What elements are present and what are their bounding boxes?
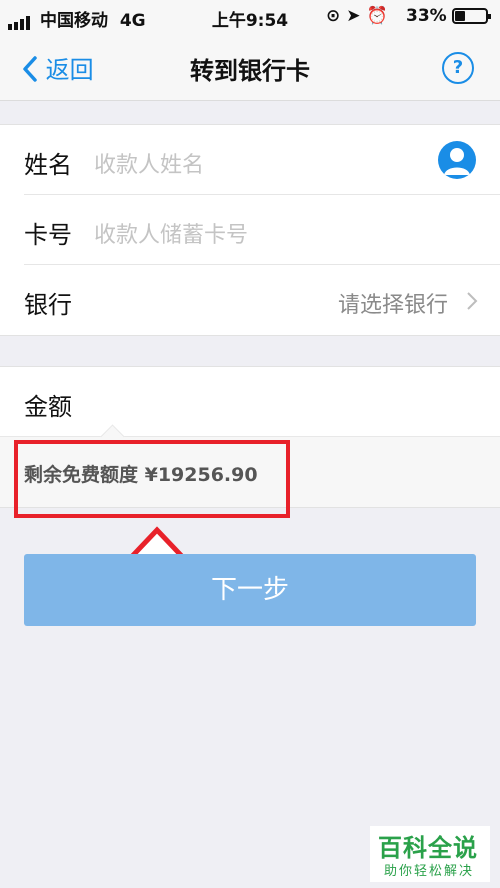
status-icons: ⊙➤⏰ [326, 6, 394, 26]
card-row[interactable]: 卡号 收款人储蓄卡号 [0, 195, 500, 265]
chevron-right-icon [467, 292, 478, 310]
watermark-subtitle: 助你轻松解决 [384, 864, 475, 879]
battery-icon [452, 8, 491, 24]
bank-row[interactable]: 银行 请选择银行 [0, 265, 500, 335]
alarm-icon: ⏰ [366, 6, 394, 26]
amount-label: 金额 [24, 393, 72, 421]
help-icon: ? [452, 57, 464, 78]
amount-row[interactable]: 金额 [0, 366, 500, 437]
recipient-form: 姓名 收款人姓名 卡号 收款人储蓄卡号 银行 请选择银行 [0, 124, 500, 336]
location-icon: ➤ [346, 6, 367, 26]
orientation-lock-icon: ⊙ [326, 6, 347, 26]
contact-picker-icon[interactable] [438, 141, 476, 179]
name-input[interactable]: 收款人姓名 [94, 147, 204, 179]
bank-select[interactable]: 请选择银行 [338, 287, 448, 319]
watermark-logo: 百科全说 助你轻松解决 [370, 826, 490, 882]
name-label: 姓名 [24, 151, 72, 179]
bank-label: 银行 [24, 291, 72, 319]
page-title: 转到银行卡 [190, 57, 310, 85]
battery-percent: 33% [406, 6, 447, 26]
highlight-box [14, 440, 290, 518]
next-step-button[interactable]: 下一步 [24, 554, 476, 626]
help-button[interactable]: ? [442, 52, 474, 84]
nav-bar: 返回 转到银行卡 ? [0, 34, 500, 101]
name-row[interactable]: 姓名 收款人姓名 [0, 125, 500, 195]
card-number-input[interactable]: 收款人储蓄卡号 [94, 217, 248, 249]
watermark-title: 百科全说 [378, 834, 478, 862]
card-label: 卡号 [24, 221, 72, 249]
status-bar: 中国移动 4G 上午9:54 ⊙➤⏰ 33% [0, 0, 500, 34]
